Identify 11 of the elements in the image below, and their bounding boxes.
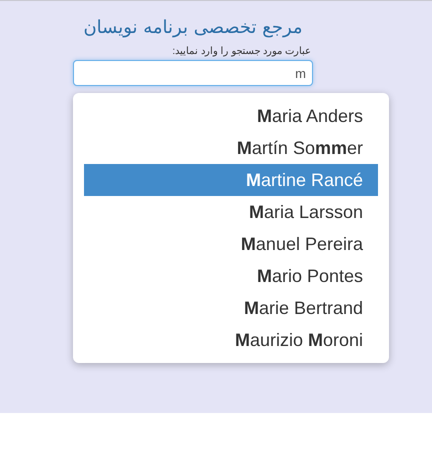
suggestion-item[interactable]: Maria Anders [84,100,378,132]
suggestion-item[interactable]: Maria Larsson [84,196,378,228]
suggestion-item[interactable]: Marie Bertrand [84,292,378,324]
suggestion-item[interactable]: Maurizio Moroni [84,324,378,356]
search-field[interactable]: m [73,60,313,86]
suggestion-item[interactable]: Martine Rancé [84,164,378,196]
page-title: مرجع تخصصی برنامه نویسان [83,17,303,39]
suggestion-item[interactable]: Martín Sommer [84,132,378,164]
suggestion-item[interactable]: Mario Pontes [84,260,378,292]
suggestion-item[interactable]: Manuel Pereira [84,228,378,260]
search-label: عبارت مورد جستجو را وارد نمایید: [172,45,312,59]
